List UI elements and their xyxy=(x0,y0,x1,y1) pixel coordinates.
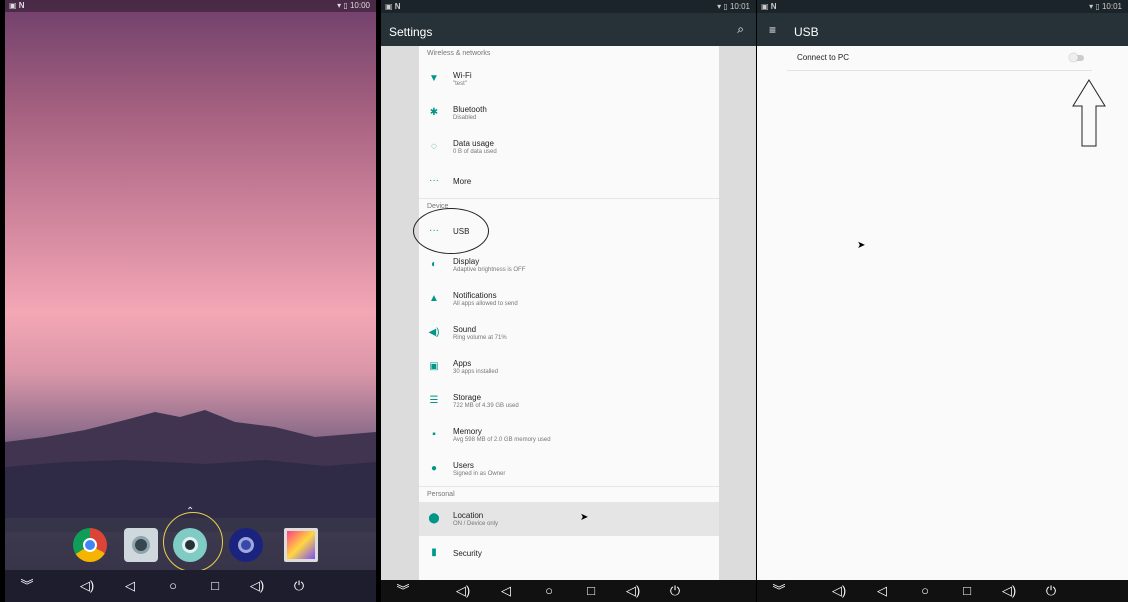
display-icon: ◐ xyxy=(430,259,438,270)
wifi-icon: ▼ xyxy=(429,73,439,84)
music-icon[interactable] xyxy=(229,528,263,562)
mouse-cursor-icon: ➤ xyxy=(580,512,589,523)
settings-list: Wireless & networks ▼ Wi-Fi "test" ✱ Blu… xyxy=(413,46,719,580)
app-dock: ⌃ xyxy=(5,506,376,572)
camera-icon[interactable] xyxy=(124,528,158,562)
settings-item-more[interactable]: ··· More xyxy=(419,164,719,198)
settings-item-data-usage[interactable]: ◌ Data usage 0 B of data used xyxy=(419,130,719,164)
volume-down-icon[interactable]: ◁) xyxy=(77,575,97,597)
hide-keyboard-icon[interactable]: ︾ xyxy=(769,580,789,602)
volume-up-icon[interactable]: ◁) xyxy=(623,580,643,602)
volume-up-icon[interactable]: ◁) xyxy=(999,580,1019,602)
lock-icon: ▮ xyxy=(431,547,437,558)
settings-item-wifi[interactable]: ▼ Wi-Fi "test" xyxy=(419,62,719,96)
connect-to-pc-toggle[interactable] xyxy=(1069,53,1084,62)
status-clock: ▾ ▯ 10:01 xyxy=(717,2,750,11)
connect-to-pc-label: Connect to PC xyxy=(797,53,850,62)
storage-icon: ☰ xyxy=(429,395,439,406)
usb-app-bar: ≡ USB xyxy=(757,13,1128,46)
settings-item-notifications[interactable]: ▲ Notifications All apps allowed to send xyxy=(419,282,719,316)
more-icon: ··· xyxy=(429,175,439,186)
settings-item-location[interactable]: ⬤ Location ON / Device only ➤ xyxy=(419,502,719,536)
search-icon[interactable]: ⌕ xyxy=(737,22,744,37)
settings-app-bar: Settings ⌕ xyxy=(381,13,756,46)
settings-item-security[interactable]: ▮ Security xyxy=(419,536,719,570)
home-icon[interactable]: ○ xyxy=(915,580,935,602)
bell-icon: ▲ xyxy=(429,293,439,304)
navigation-bar: ︾ ◁) ◁ ○ □ ◁) ⏻ xyxy=(757,580,1128,602)
back-icon[interactable]: ◁ xyxy=(120,575,140,597)
power-icon[interactable]: ⏻ xyxy=(289,575,309,597)
status-clock: ▾ ▯ 10:01 xyxy=(1089,2,1122,11)
status-clock: ▾ ▯ 10:00 xyxy=(337,1,370,10)
connect-to-pc-row[interactable]: Connect to PC xyxy=(787,46,1092,71)
recents-icon[interactable]: □ xyxy=(957,580,977,602)
up-arrow-annotation xyxy=(1072,79,1106,147)
location-pin-icon: ⬤ xyxy=(428,513,440,524)
recents-icon[interactable]: □ xyxy=(205,575,225,597)
memory-icon: ▪ xyxy=(432,429,436,440)
page-title: Settings xyxy=(389,25,433,39)
settings-item-memory[interactable]: ▪ Memory Avg 598 MB of 2.0 GB memory use… xyxy=(419,418,719,452)
power-icon[interactable]: ⏻ xyxy=(665,580,685,602)
home-icon[interactable]: ○ xyxy=(539,580,559,602)
hide-keyboard-icon[interactable]: ︾ xyxy=(393,580,413,602)
data-usage-icon: ◌ xyxy=(431,141,437,152)
volume-up-icon[interactable]: ◁) xyxy=(247,575,267,597)
mouse-cursor-icon: ➤ xyxy=(857,240,866,251)
settings-item-usb[interactable]: ··· USB xyxy=(413,208,719,254)
status-notification-icons: ▣ N xyxy=(385,2,401,11)
category-wireless: Wireless & networks xyxy=(427,50,491,57)
settings-item-bluetooth[interactable]: ✱ Bluetooth Disabled xyxy=(419,96,719,130)
android-icon: ▣ xyxy=(429,361,439,372)
chrome-icon[interactable] xyxy=(73,528,107,562)
volume-down-icon[interactable]: ◁) xyxy=(453,580,473,602)
settings-item-apps[interactable]: ▣ Apps 30 apps installed xyxy=(419,350,719,384)
menu-icon[interactable]: ≡ xyxy=(769,23,776,37)
settings-highlight-circle xyxy=(163,512,223,572)
page-title: USB xyxy=(794,25,819,39)
usb-screen: ▣ N ▾ ▯ 10:01 ≡ USB Connect to PC ➤ ︾ ◁)… xyxy=(757,0,1128,602)
navigation-bar: ︾ ◁) ◁ ○ □ ◁) ⏻ xyxy=(5,570,376,602)
category-personal: Personal xyxy=(419,486,719,502)
settings-screen: ▣ N ▾ ▯ 10:01 Settings ⌕ Wireless & netw… xyxy=(381,0,756,602)
bluetooth-icon: ✱ xyxy=(429,107,439,118)
recents-icon[interactable]: □ xyxy=(581,580,601,602)
back-icon[interactable]: ◁ xyxy=(872,580,892,602)
settings-item-display[interactable]: ◐ Display Adaptive brightness is OFF xyxy=(419,248,719,282)
home-icon[interactable]: ○ xyxy=(163,575,183,597)
navigation-bar: ︾ ◁) ◁ ○ □ ◁) ⏻ xyxy=(381,580,756,602)
speaker-icon: ◀) xyxy=(428,327,440,338)
status-notification-icons: ▣ N xyxy=(9,1,25,10)
volume-down-icon[interactable]: ◁) xyxy=(829,580,849,602)
person-icon: ● xyxy=(430,463,438,474)
status-notification-icons: ▣ N xyxy=(761,2,777,11)
home-screen: ▣ N ▾ ▯ 10:00 ⌃ ︾ ◁) ◁ ○ □ ◁) ⏻ xyxy=(5,0,376,602)
power-icon[interactable]: ⏻ xyxy=(1041,580,1061,602)
status-bar: ▣ N ▾ ▯ 10:00 xyxy=(5,0,376,12)
settings-item-sound[interactable]: ◀) Sound Ring volume at 71% xyxy=(419,316,719,350)
settings-item-storage[interactable]: ☰ Storage 722 MB of 4.39 GB used xyxy=(419,384,719,418)
status-bar: ▣ N ▾ ▯ 10:01 xyxy=(757,0,1128,13)
gallery-icon[interactable] xyxy=(284,528,318,562)
back-icon[interactable]: ◁ xyxy=(496,580,516,602)
hide-keyboard-icon[interactable]: ︾ xyxy=(17,575,37,597)
settings-item-users[interactable]: ● Users Signed in as Owner xyxy=(419,452,719,486)
status-bar: ▣ N ▾ ▯ 10:01 xyxy=(381,0,756,13)
